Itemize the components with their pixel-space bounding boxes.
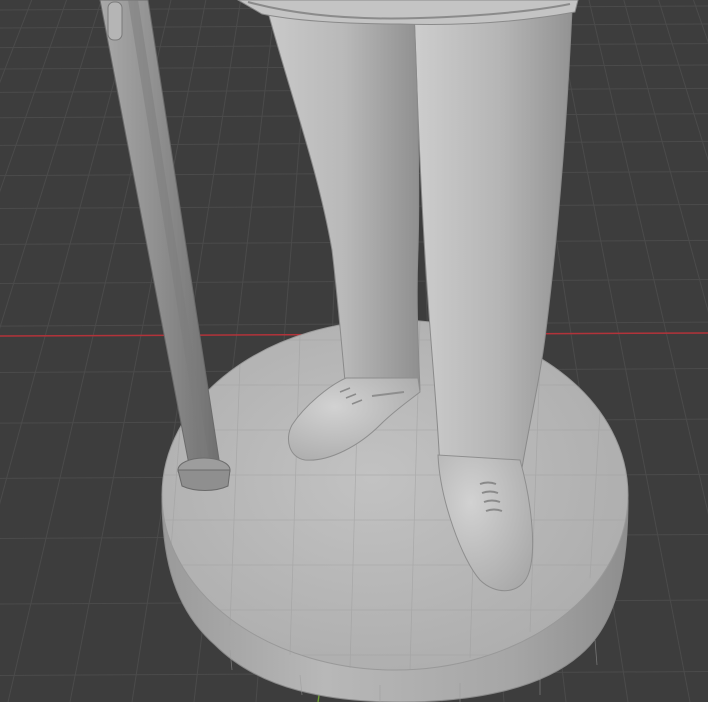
3d-viewport[interactable]: [0, 0, 708, 702]
cane-fitting: [107, 1, 123, 41]
viewport-scene[interactable]: [0, 0, 708, 702]
cane-ferrule: [177, 469, 231, 491]
